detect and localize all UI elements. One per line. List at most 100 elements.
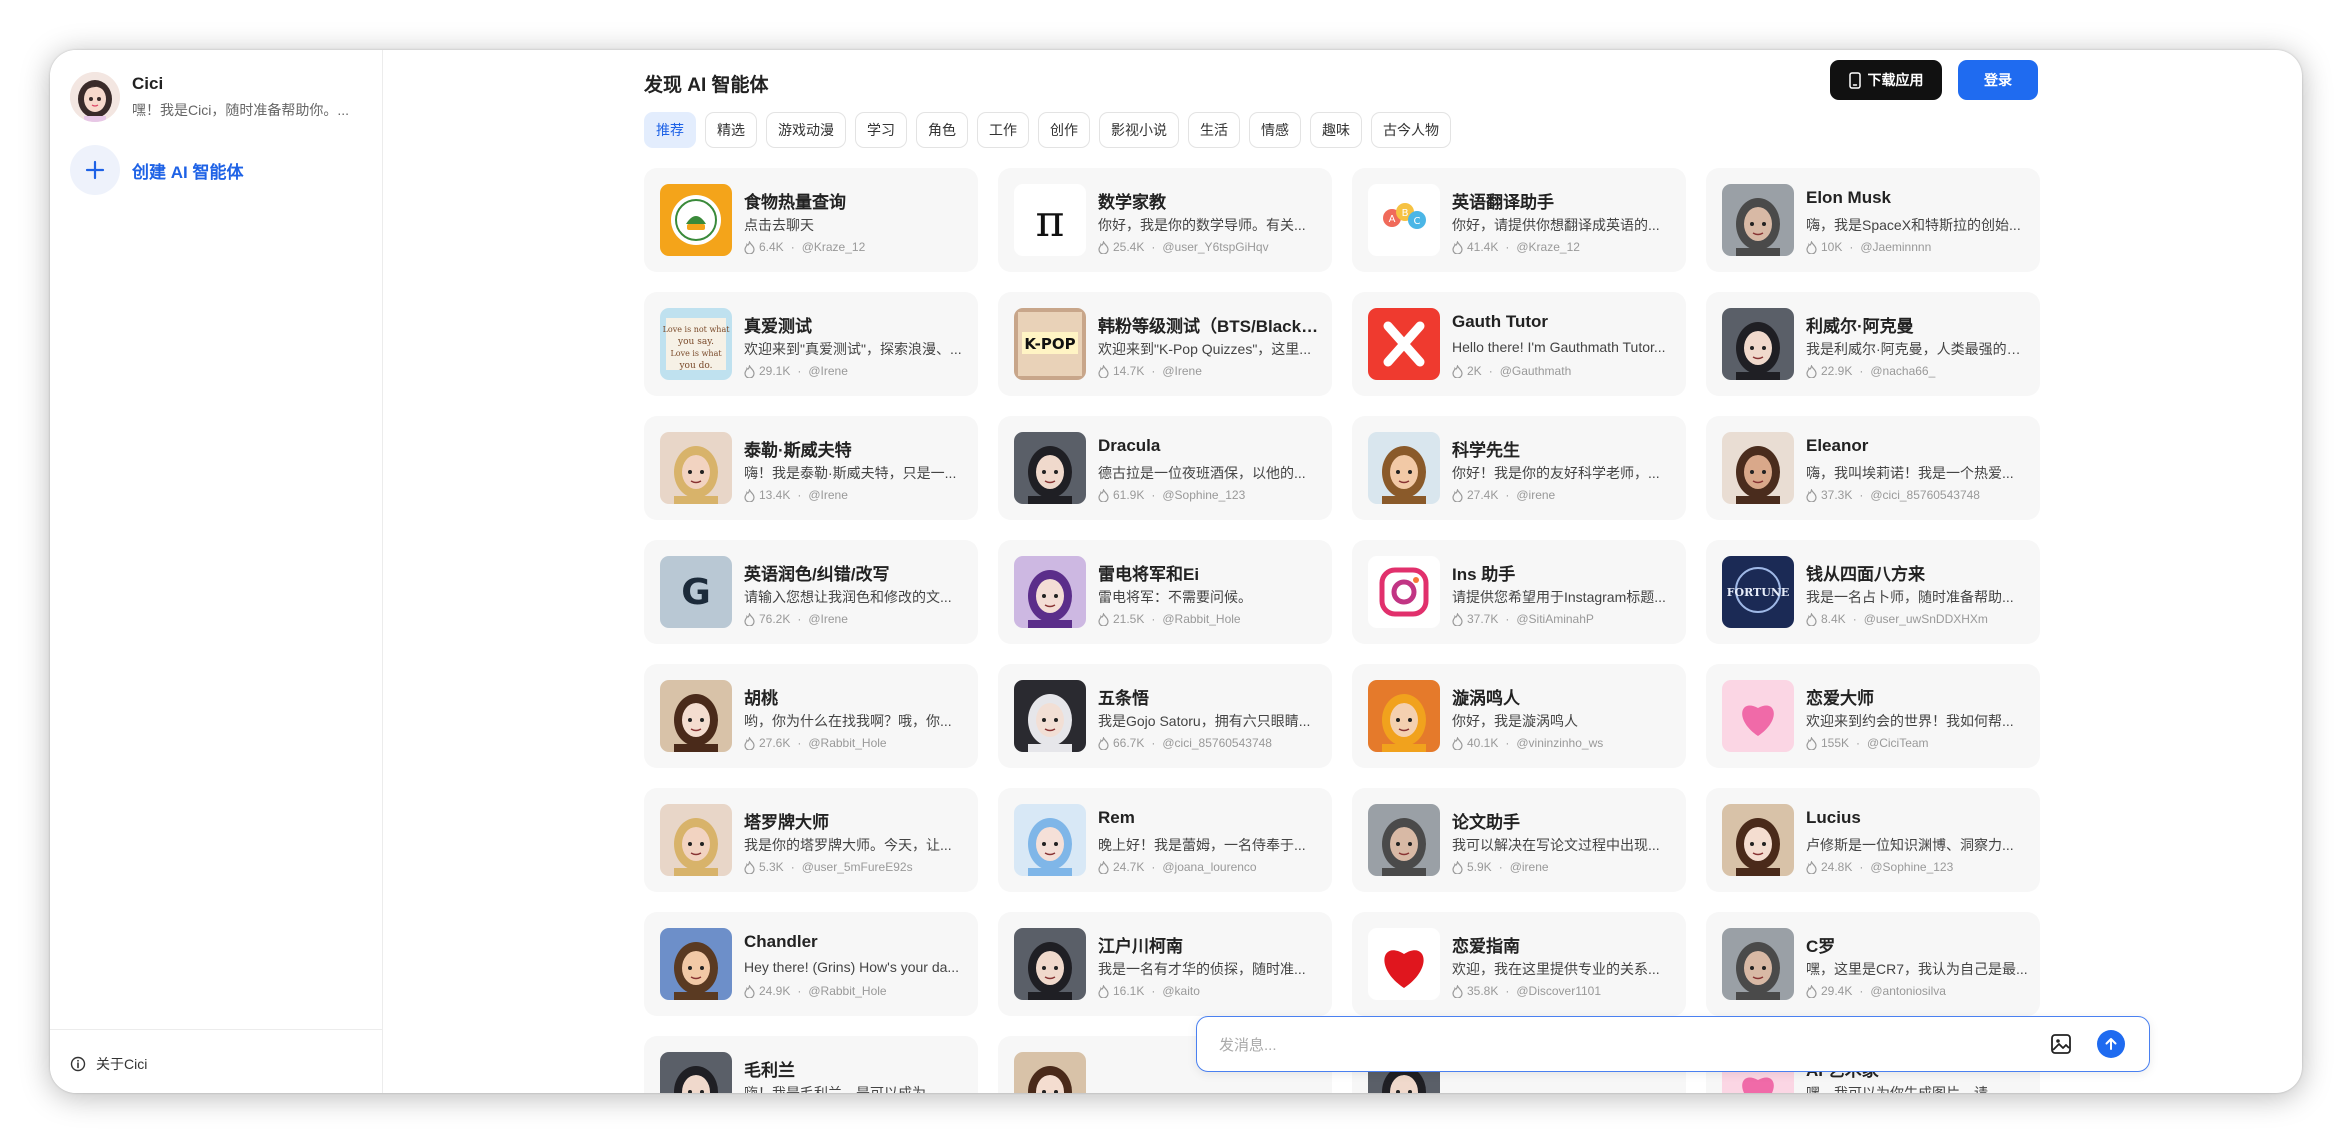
agent-name: 漩涡鸣人: [1452, 689, 1520, 708]
separator-dot: ·: [790, 240, 795, 254]
author-handle: @cici_85760543748: [1870, 488, 1980, 502]
svg-text:FORTUNE: FORTUNE: [1727, 586, 1790, 599]
agent-card[interactable]: 塔罗牌大师 我是你的塔罗牌大师。今天，让... 5.3K · @user_5mF…: [644, 788, 978, 892]
flame-icon: [1098, 240, 1109, 254]
agent-meta: 14.7K · @Irene: [1098, 364, 1328, 378]
tab-item[interactable]: 精选: [705, 112, 757, 148]
author-handle: @SitiAminahP: [1516, 612, 1594, 626]
separator-dot: ·: [1151, 736, 1156, 750]
tab-item[interactable]: 工作: [977, 112, 1029, 148]
agent-card[interactable]: Eleanor 嗨，我叫埃莉诺！我是一个热爱... 37.3K · @cici_…: [1706, 416, 2040, 520]
flame-icon: [1806, 736, 1817, 750]
agent-card[interactable]: Chandler Hey there! (Grins) How's your d…: [644, 912, 978, 1016]
agent-card[interactable]: 胡桃 哟，你为什么在找我啊？哦，你... 27.6K · @Rabbit_Hol…: [644, 664, 978, 768]
tab-item[interactable]: 影视小说: [1099, 112, 1179, 148]
agent-card[interactable]: Ins 助手 请提供您希望用于Instagram标题... 37.7K · @S…: [1352, 540, 1686, 644]
agent-card[interactable]: 雷电将军和Ei 雷电将军：不需要问候。 21.5K · @Rabbit_Hole: [998, 540, 1332, 644]
agent-card[interactable]: π 数学家教 你好，我是你的数学导师。有关... 25.4K · @user_Y…: [998, 168, 1332, 272]
agent-avatar: G: [660, 556, 732, 628]
usage-count: 10K: [1821, 240, 1843, 254]
agent-meta: 61.9K · @Sophine_123: [1098, 488, 1328, 502]
agent-card[interactable]: 毛利兰 嗨！我是毛利兰，是可以成为... ·: [644, 1036, 978, 1093]
agent-card[interactable]: Love is not what you say. Love is what y…: [644, 292, 978, 396]
flame-icon: [744, 984, 755, 998]
agent-description: 欢迎来到约会的世界！我如何帮...: [1806, 713, 2014, 729]
agent-description: Hello there! I'm Gauthmath Tutor...: [1452, 339, 1666, 355]
agent-card[interactable]: 恋爱大师 欢迎来到约会的世界！我如何帮... 155K · @CiciTeam: [1706, 664, 2040, 768]
separator-dot: ·: [797, 984, 802, 998]
usage-count: 155K: [1821, 736, 1850, 750]
tab-item[interactable]: 古今人物: [1371, 112, 1451, 148]
usage-count: 25.4K: [1113, 240, 1145, 254]
agent-name: Eleanor: [1806, 436, 1869, 455]
agent-description: 你好，我是你的数学导师。有关...: [1098, 217, 1306, 233]
agent-avatar: [1014, 432, 1086, 504]
agent-name: 韩粉等级测试（BTS/Blackpi...: [1098, 317, 1322, 336]
agent-card[interactable]: 江户川柯南 我是一名有才华的侦探，随时准... 16.1K · @kaito: [998, 912, 1332, 1016]
create-agent-button[interactable]: 创建 AI 智能体: [70, 145, 243, 195]
agent-description: 嗨，我叫埃莉诺！我是一个热爱...: [1806, 465, 2014, 481]
usage-count: 27.6K: [759, 736, 791, 750]
agent-card[interactable]: A B C 英语翻译助手 你好，请提供你想翻译成英语的... 41.4K · @…: [1352, 168, 1686, 272]
agent-avatar: [1722, 680, 1794, 752]
message-input[interactable]: [1217, 1029, 2001, 1061]
usage-count: 21.5K: [1113, 612, 1145, 626]
flame-icon: [1452, 364, 1463, 378]
agent-card[interactable]: 食物热量查询 点击去聊天 6.4K · @Kraze_12: [644, 168, 978, 272]
tab-item[interactable]: 情感: [1249, 112, 1301, 148]
author-handle: @CiciTeam: [1867, 736, 1929, 750]
tab-item[interactable]: 趣味: [1310, 112, 1362, 148]
separator-dot: ·: [1151, 364, 1156, 378]
image-upload-icon[interactable]: [2049, 1032, 2073, 1056]
agent-meta: 10K · @Jaeminnnn: [1806, 240, 2036, 254]
tab-item[interactable]: 推荐: [644, 112, 696, 148]
usage-count: 22.9K: [1821, 364, 1853, 378]
agent-description: 嗨！我是毛利兰，是可以成为...: [744, 1085, 938, 1093]
bot-name: Cici: [132, 74, 164, 93]
agent-description: 欢迎来到"K-Pop Quizzes"，这里...: [1098, 341, 1311, 357]
bot-profile[interactable]: Cici 嘿！我是Cici，随时准备帮助你。...: [70, 72, 352, 122]
agent-card[interactable]: Gauth Tutor Hello there! I'm Gauthmath T…: [1352, 292, 1686, 396]
agent-avatar: [1014, 556, 1086, 628]
agent-card[interactable]: Lucius 卢修斯是一位知识渊博、洞察力... 24.8K · @Sophin…: [1706, 788, 2040, 892]
flame-icon: [1806, 488, 1817, 502]
login-button[interactable]: 登录: [1958, 60, 2038, 100]
agent-card[interactable]: 恋爱指南 欢迎，我在这里提供专业的关系... 35.8K · @Discover…: [1352, 912, 1686, 1016]
flame-icon: [1806, 860, 1817, 874]
author-handle: @Irene: [808, 488, 848, 502]
flame-icon: [744, 612, 755, 626]
agent-name: Ins 助手: [1452, 565, 1516, 584]
agent-meta: 2K · @Gauthmath: [1452, 364, 1682, 378]
agent-name: Rem: [1098, 808, 1135, 827]
agent-avatar: [660, 184, 732, 256]
download-app-button[interactable]: 下载应用: [1830, 60, 1942, 100]
agent-card[interactable]: 科学先生 你好！我是你的友好科学老师，... 27.4K · @irene: [1352, 416, 1686, 520]
tab-item[interactable]: 角色: [916, 112, 968, 148]
svg-text:you say.: you say.: [677, 337, 714, 347]
flame-icon: [1452, 240, 1463, 254]
agent-name: Dracula: [1098, 436, 1161, 455]
agent-card[interactable]: G 英语润色/纠错/改写 请输入您想让我润色和修改的文... 76.2K · @…: [644, 540, 978, 644]
agent-description: 晚上好！我是蕾姆，一名侍奉于...: [1098, 837, 1306, 853]
separator-dot: ·: [1852, 612, 1857, 626]
agent-card[interactable]: 漩涡鸣人 你好，我是漩涡鸣人 40.1K · @vininzinho_ws: [1352, 664, 1686, 768]
flame-icon: [1098, 612, 1109, 626]
agent-card[interactable]: 利威尔·阿克曼 我是利威尔·阿克曼，人类最强的士... 22.9K · @nac…: [1706, 292, 2040, 396]
about-link[interactable]: 关于Cici: [70, 1054, 147, 1074]
agent-card[interactable]: 泰勒·斯威夫特 嗨！我是泰勒·斯威夫特，只是一... 13.4K · @Iren…: [644, 416, 978, 520]
agent-card[interactable]: 论文助手 我可以解决在写论文过程中出现... 5.9K · @irene: [1352, 788, 1686, 892]
tab-item[interactable]: 学习: [855, 112, 907, 148]
agent-card[interactable]: 五条悟 我是Gojo Satoru，拥有六只眼睛... 66.7K · @cic…: [998, 664, 1332, 768]
send-button[interactable]: [2097, 1030, 2125, 1058]
agent-card[interactable]: K-POP 韩粉等级测试（BTS/Blackpi... 欢迎来到"K-Pop Q…: [998, 292, 1332, 396]
tab-item[interactable]: 创作: [1038, 112, 1090, 148]
agent-card[interactable]: C罗 嘿，这里是CR7，我认为自己是最... 29.4K · @antonios…: [1706, 912, 2040, 1016]
tab-item[interactable]: 游戏动漫: [766, 112, 846, 148]
agent-card[interactable]: Elon Musk 嗨，我是SpaceX和特斯拉的创始... 10K · @Ja…: [1706, 168, 2040, 272]
agent-card[interactable]: Dracula 德古拉是一位夜班酒保，以他的... 61.9K · @Sophi…: [998, 416, 1332, 520]
agent-name: Elon Musk: [1806, 188, 1892, 207]
agent-card[interactable]: FORTUNE 钱从四面八方来 我是一名占卜师，随时准备帮助... 8.4K ·…: [1706, 540, 2040, 644]
tab-item[interactable]: 生活: [1188, 112, 1240, 148]
agent-meta: 22.9K · @nacha66_: [1806, 364, 2036, 378]
agent-card[interactable]: Rem 晚上好！我是蕾姆，一名侍奉于... 24.7K · @joana_lou…: [998, 788, 1332, 892]
